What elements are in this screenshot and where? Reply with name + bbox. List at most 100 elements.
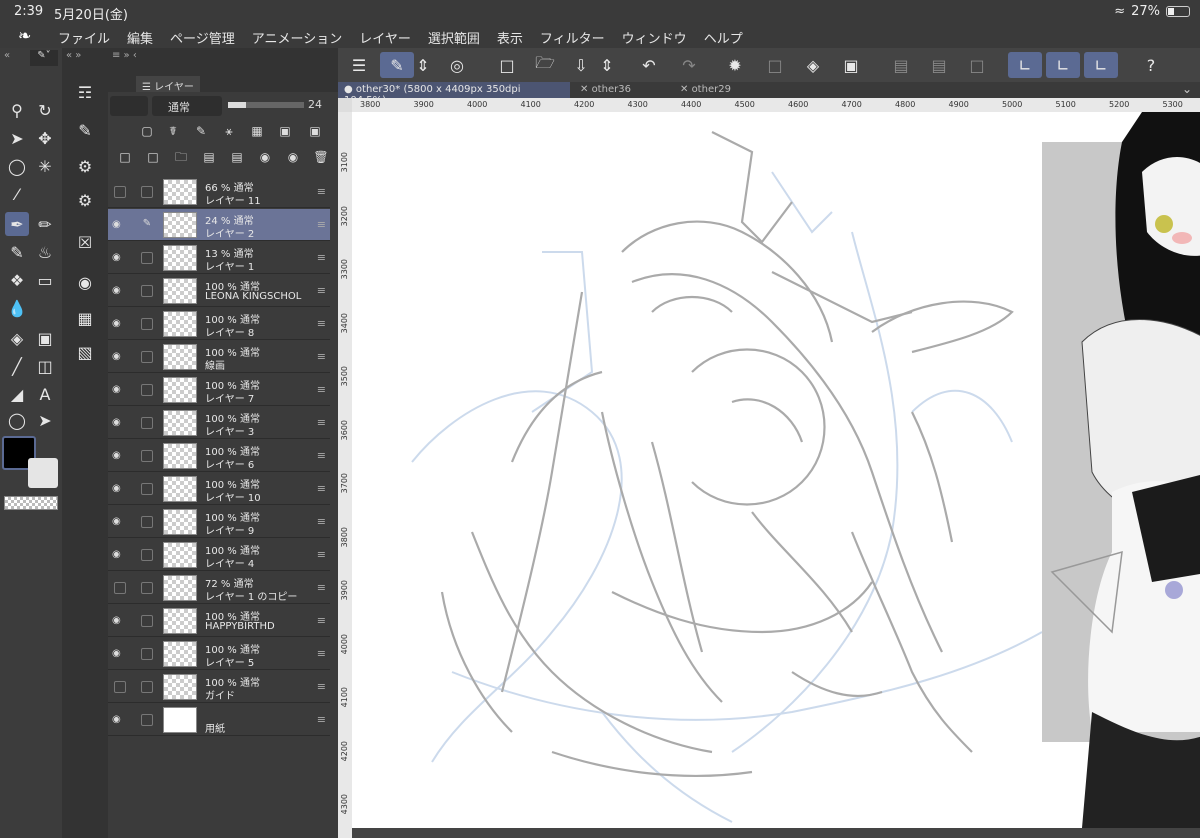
layer-lock-checkbox[interactable]: [141, 714, 153, 726]
layer-row[interactable]: ◉ 100 % 通常 レイヤー 7 ≡: [108, 374, 330, 406]
eyedropper-icon[interactable]: ⁄: [5, 182, 29, 206]
circle-icon[interactable]: ◉: [73, 270, 97, 294]
tab-other36[interactable]: ✕ other36: [574, 82, 670, 98]
layer-lock-checkbox[interactable]: [141, 252, 153, 264]
delete-layer-icon[interactable]: 🗑: [312, 148, 330, 166]
undo-icon[interactable]: ↶: [632, 52, 666, 78]
select-all-icon[interactable]: □: [758, 52, 792, 78]
visibility-eye-icon[interactable]: ◉: [112, 483, 128, 495]
layer-row[interactable]: 100 % 通常 ガイド ≡: [108, 671, 330, 703]
menu-item[interactable]: フィルター: [540, 28, 605, 47]
horizontal-scrollbar[interactable]: [352, 828, 1200, 838]
layer-row[interactable]: ◉ 100 % 通常 レイヤー 5 ≡: [108, 638, 330, 670]
visibility-eye-icon[interactable]: [114, 681, 126, 693]
apply-mask-icon[interactable]: ◉: [284, 148, 302, 166]
lasso-icon[interactable]: ◯: [5, 154, 29, 178]
sub-color-swatch[interactable]: [28, 458, 58, 488]
pencil-icon[interactable]: ✏: [33, 212, 57, 236]
updown-icon[interactable]: ⇕: [414, 52, 432, 78]
collapse-icon[interactable]: «: [4, 50, 10, 61]
layer-row[interactable]: ◉ 100 % 通常 レイヤー 3 ≡: [108, 407, 330, 439]
tabs-menu-icon[interactable]: ⌄: [1182, 82, 1192, 96]
layer-lock-checkbox[interactable]: [141, 285, 153, 297]
layer-lock-checkbox[interactable]: [141, 417, 153, 429]
zoom-icon[interactable]: ⚲: [5, 98, 29, 122]
brush-icon[interactable]: ✎: [5, 240, 29, 264]
open-icon[interactable]: 🗁: [528, 52, 562, 78]
menu-item[interactable]: レイヤー: [359, 28, 411, 47]
layer-row[interactable]: ◉ 100 % 通常 レイヤー 9 ≡: [108, 506, 330, 538]
drag-handle-icon[interactable]: ≡: [317, 449, 326, 462]
visibility-eye-icon[interactable]: ◉: [112, 714, 128, 726]
gradient-icon[interactable]: ▣: [33, 326, 57, 350]
magic-wand-icon[interactable]: ✳: [33, 154, 57, 178]
menu-item[interactable]: 選択範囲: [428, 28, 480, 47]
visibility-eye-icon[interactable]: ◉: [112, 417, 128, 429]
combine-down-icon[interactable]: ▤: [228, 148, 246, 166]
drag-handle-icon[interactable]: ≡: [317, 581, 326, 594]
layer-row[interactable]: ◉ 100 % 通常 線画 ≡: [108, 341, 330, 373]
menu-item[interactable]: ファイル: [58, 28, 110, 47]
new-folder-icon[interactable]: 🗀: [172, 148, 190, 166]
new-document-icon[interactable]: □: [490, 52, 524, 78]
layer-row[interactable]: ◉ 100 % 通常 レイヤー 6 ≡: [108, 440, 330, 472]
clear-selection-icon[interactable]: ▤: [922, 52, 956, 78]
eraser-icon[interactable]: ▭: [33, 268, 57, 292]
help-icon[interactable]: ?: [1134, 52, 1168, 78]
loading-icon[interactable]: ✹: [718, 52, 752, 78]
drag-handle-icon[interactable]: ≡: [317, 647, 326, 660]
tool-dropdown-pen-icon[interactable]: ✎˅: [30, 50, 58, 66]
mask-icon[interactable]: ▣: [276, 122, 294, 140]
drag-handle-icon[interactable]: ≡: [317, 680, 326, 693]
layer-row[interactable]: ◉ 100 % 通常 HAPPYBIRTHD ≡: [108, 605, 330, 637]
stabilizer-3-icon[interactable]: ∟: [1084, 52, 1118, 78]
layer-lock-checkbox[interactable]: [141, 648, 153, 660]
redo-icon[interactable]: ↷: [672, 52, 706, 78]
layer-row[interactable]: 72 % 通常 レイヤー 1 のコピー ≡: [108, 572, 330, 604]
transparent-color-swatch[interactable]: [4, 496, 58, 510]
layer-lock-checkbox[interactable]: [141, 549, 153, 561]
layer-lock-checkbox[interactable]: [141, 450, 153, 462]
menu-icon[interactable]: ☰: [342, 52, 376, 78]
drag-handle-icon[interactable]: ≡: [317, 185, 326, 198]
rotate-icon[interactable]: ↻: [33, 98, 57, 122]
film-icon[interactable]: ▧: [73, 340, 97, 364]
visibility-eye-icon[interactable]: ◉: [112, 252, 128, 264]
layer-lock-checkbox[interactable]: [141, 615, 153, 627]
edit-icon[interactable]: ✎: [73, 118, 97, 142]
fill-icon[interactable]: ◈: [5, 326, 29, 350]
layer-row[interactable]: ◉ 13 % 通常 レイヤー 1 ≡: [108, 242, 330, 274]
menu-item[interactable]: ページ管理: [170, 28, 235, 47]
transfer-down-icon[interactable]: ▤: [200, 148, 218, 166]
layer-row[interactable]: ◉ 100 % 通常 レイヤー 10 ≡: [108, 473, 330, 505]
visibility-eye-icon[interactable]: ◉: [112, 285, 128, 297]
draft-icon[interactable]: ✎: [192, 122, 210, 140]
menu-item[interactable]: ウィンドウ: [622, 28, 687, 47]
layer-color-selector[interactable]: [110, 96, 148, 116]
decoration-icon[interactable]: ❖: [5, 268, 29, 292]
reference-icon[interactable]: ☤: [164, 122, 182, 140]
visibility-eye-icon[interactable]: [114, 186, 126, 198]
drag-handle-icon[interactable]: ≡: [317, 251, 326, 264]
gear-icon[interactable]: ⚙: [73, 188, 97, 212]
grid-icon[interactable]: ▦: [73, 306, 97, 330]
layer-lock-checkbox[interactable]: [141, 186, 153, 198]
crop-icon[interactable]: □: [960, 52, 994, 78]
layer-row[interactable]: ◉ 100 % 通常 レイヤー 4 ≡: [108, 539, 330, 571]
new-raster-layer-icon[interactable]: □: [116, 148, 134, 166]
text-icon[interactable]: A: [33, 382, 57, 406]
visibility-eye-icon[interactable]: ◉: [112, 450, 128, 462]
move-icon[interactable]: ✥: [33, 126, 57, 150]
correct-line-icon[interactable]: ➤: [33, 408, 57, 432]
drag-handle-icon[interactable]: ≡: [317, 284, 326, 297]
airbrush-icon[interactable]: ♨: [33, 240, 57, 264]
navigator-icon[interactable]: ☒: [73, 230, 97, 254]
layer-property-icon[interactable]: ☶: [73, 80, 97, 104]
menu-item[interactable]: ヘルプ: [704, 28, 743, 47]
drag-handle-icon[interactable]: ≡: [317, 218, 326, 231]
menu-item[interactable]: アニメーション: [252, 28, 342, 47]
drag-handle-icon[interactable]: ≡: [317, 383, 326, 396]
drag-handle-icon[interactable]: ≡: [317, 713, 326, 726]
layer-row[interactable]: ◉ 100 % 通常 LEONA KINGSCHOL ≡: [108, 275, 330, 307]
save-icon[interactable]: ⇩: [564, 52, 598, 78]
